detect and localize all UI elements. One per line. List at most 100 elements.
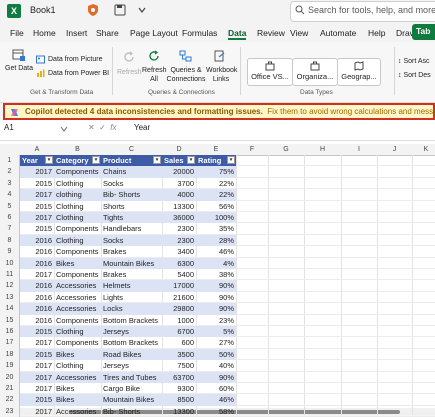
table-cell[interactable]: Cargo Bike [101, 383, 162, 394]
workbook-links-button[interactable]: Workbook Links [206, 66, 237, 84]
sort-ascending-button[interactable]: ↕ Sort Asc [398, 57, 430, 66]
table-cell[interactable]: Tights [101, 212, 162, 224]
table-cell[interactable]: Clothing [54, 326, 101, 338]
row-header[interactable]: 11 [0, 269, 20, 281]
row-header[interactable]: 9 [0, 246, 20, 258]
row-header[interactable]: 5 [0, 200, 20, 212]
table-cell[interactable]: 21600 [162, 292, 196, 303]
table-cell[interactable]: Accessories [54, 292, 101, 303]
chevron-down-icon[interactable] [136, 4, 148, 16]
table-cell[interactable]: Components [54, 223, 101, 234]
table-cell[interactable]: 23% [196, 315, 236, 326]
column-header-i[interactable]: I [341, 144, 378, 156]
table-cell[interactable]: 27% [196, 337, 236, 348]
table-cell[interactable]: 2015 [20, 201, 54, 212]
table-cell[interactable]: Bikes [54, 394, 101, 406]
table-cell[interactable]: 2016 [20, 292, 54, 303]
row-header[interactable]: 6 [0, 212, 20, 224]
datatype-geography[interactable]: Geograp... [337, 58, 381, 86]
tab-data[interactable]: Data [228, 28, 246, 38]
row-header[interactable]: 3 [0, 177, 20, 190]
table-cell[interactable]: 90% [196, 303, 236, 315]
table-cell[interactable]: 13300 [162, 406, 196, 417]
table-cell[interactable]: Accessories [54, 280, 101, 292]
table-cell[interactable]: 60% [196, 383, 236, 394]
table-cell[interactable]: 46% [196, 246, 236, 257]
table-cell[interactable]: 4000 [162, 189, 196, 201]
tab-table[interactable]: Tab [412, 24, 435, 40]
table-cell[interactable]: 2016 [20, 315, 54, 326]
column-header-g[interactable]: G [268, 144, 305, 156]
table-header-cell[interactable]: Product ▾ [101, 155, 162, 167]
table-cell[interactable]: 8500 [162, 394, 196, 406]
table-cell[interactable]: Mountain Bikes [101, 257, 162, 269]
get-data-icon[interactable] [12, 48, 26, 62]
copilot-banner[interactable]: Copilot detected 4 data inconsistencies … [3, 103, 435, 120]
table-cell[interactable]: 2017 [20, 189, 54, 201]
filter-dropdown-icon[interactable]: ▾ [92, 156, 100, 164]
table-cell[interactable]: 13300 [162, 201, 196, 212]
tab-formulas[interactable]: Formulas [182, 28, 217, 38]
table-cell[interactable]: 2015 [20, 178, 54, 189]
chevron-down-icon[interactable] [60, 125, 68, 133]
table-cell[interactable]: 7500 [162, 360, 196, 371]
row-header[interactable]: 19 [0, 360, 20, 372]
table-cell[interactable]: Accessories [54, 303, 101, 315]
sensitivity-shield-icon[interactable] [86, 3, 100, 17]
table-cell[interactable]: 29800 [162, 303, 196, 315]
table-cell[interactable]: Lights [101, 292, 162, 303]
row-header[interactable]: 17 [0, 337, 20, 349]
table-cell[interactable]: Bib- Shorts [101, 189, 162, 201]
row-header[interactable]: 18 [0, 348, 20, 361]
table-cell[interactable]: 2017 [20, 360, 54, 371]
table-cell[interactable]: 40% [196, 360, 236, 371]
table-cell[interactable]: Brakes [101, 269, 162, 280]
tab-share[interactable]: Share [96, 28, 119, 38]
table-cell[interactable]: 63700 [162, 371, 196, 383]
datatype-office[interactable]: Office VS... [247, 58, 293, 86]
table-cell[interactable]: 38% [196, 269, 236, 280]
row-header[interactable]: 16 [0, 326, 20, 338]
table-cell[interactable]: Components [54, 269, 101, 280]
table-cell[interactable]: 9300 [162, 383, 196, 394]
datatype-organization[interactable]: Organiza... [292, 58, 338, 86]
table-cell[interactable]: 35% [196, 223, 236, 234]
table-cell[interactable]: 90% [196, 280, 236, 292]
table-cell[interactable]: 2300 [162, 223, 196, 234]
table-cell[interactable]: 22% [196, 189, 236, 201]
row-header[interactable]: 2 [0, 166, 20, 178]
table-cell[interactable]: Components [54, 246, 101, 257]
table-cell[interactable]: Locks [101, 303, 162, 315]
filter-dropdown-icon[interactable]: ▾ [187, 156, 195, 164]
column-header-h[interactable]: H [304, 144, 342, 156]
table-cell[interactable]: 6700 [162, 326, 196, 338]
tab-insert[interactable]: Insert [66, 28, 87, 38]
table-cell[interactable]: Components [54, 166, 101, 178]
table-cell[interactable]: 50% [196, 348, 236, 361]
table-cell[interactable]: 2017 [20, 383, 54, 394]
table-cell[interactable]: 28% [196, 234, 236, 247]
name-box[interactable]: A1 [4, 123, 14, 132]
table-cell[interactable]: Helmets [101, 280, 162, 292]
table-cell[interactable]: 100% [196, 212, 236, 224]
row-header[interactable]: 15 [0, 314, 20, 326]
row-header[interactable]: 23 [0, 405, 20, 417]
table-cell[interactable]: 20000 [162, 166, 196, 178]
table-cell[interactable]: 2015 [20, 326, 54, 338]
table-cell[interactable]: 2016 [20, 234, 54, 247]
table-cell[interactable]: 46% [196, 394, 236, 406]
filter-dropdown-icon[interactable]: ▾ [45, 156, 53, 164]
row-header[interactable]: 10 [0, 257, 20, 269]
save-icon[interactable] [114, 4, 126, 16]
table-cell[interactable]: 2016 [20, 246, 54, 257]
table-cell[interactable]: 1000 [162, 315, 196, 326]
table-cell[interactable]: Bikes [54, 257, 101, 269]
table-cell[interactable]: 2015 [20, 348, 54, 361]
table-cell[interactable]: 2017 [20, 166, 54, 178]
column-header-j[interactable]: J [377, 144, 413, 156]
table-header-cell[interactable]: Category ▾ [54, 155, 101, 167]
table-cell[interactable]: Clothing [54, 212, 101, 224]
table-cell[interactable]: 2017 [20, 337, 54, 348]
table-cell[interactable]: Tires and Tubes [101, 371, 162, 383]
table-cell[interactable]: Jerseys [101, 360, 162, 371]
